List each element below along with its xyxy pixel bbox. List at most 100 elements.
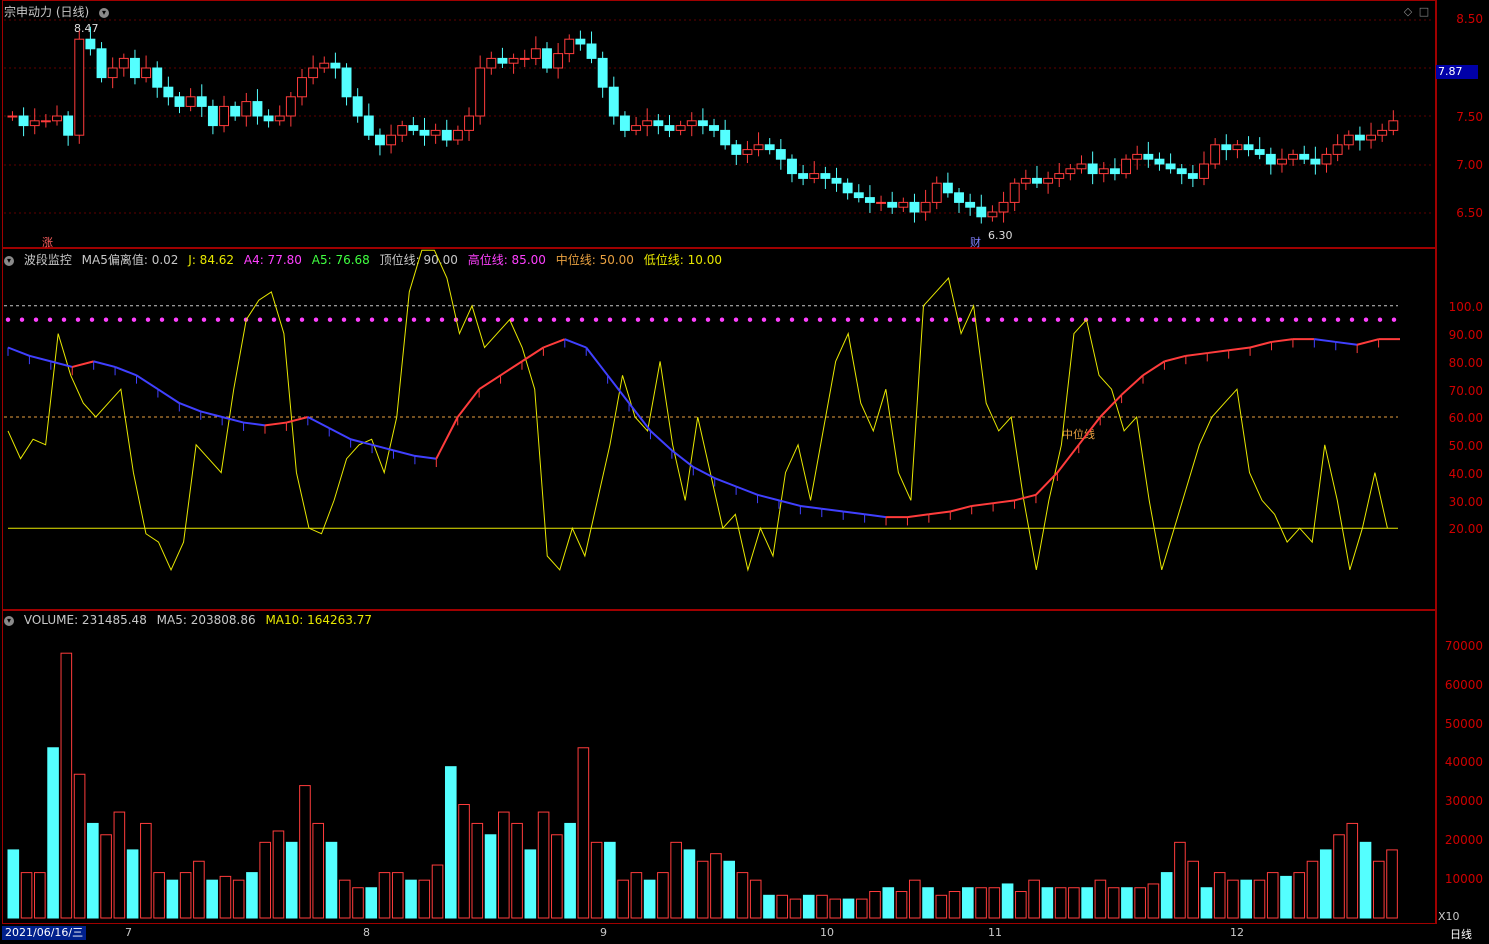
volume-bar xyxy=(60,652,73,919)
high-line-dot xyxy=(1251,317,1257,322)
volume-bar xyxy=(962,887,974,919)
candle-body xyxy=(1121,158,1132,175)
high-line-dot xyxy=(355,317,361,322)
high-line-dot xyxy=(33,317,39,322)
candle-body xyxy=(196,96,207,107)
volume-bar xyxy=(272,830,285,919)
candle-body xyxy=(1199,163,1209,179)
high-line-dot xyxy=(635,317,641,322)
a4-line xyxy=(1099,394,1123,418)
volume-bar xyxy=(378,872,391,919)
volume-bar xyxy=(431,864,444,919)
high-line-dot xyxy=(5,317,11,322)
candle-body xyxy=(319,62,330,69)
high-line-dot xyxy=(565,317,571,322)
high-line-dot xyxy=(579,317,585,322)
high-line-dot xyxy=(817,317,823,322)
high-line-dot xyxy=(691,317,697,322)
high-line-dot xyxy=(1209,317,1215,322)
candle-body xyxy=(909,201,920,213)
candle-body xyxy=(831,177,842,184)
volume-bar xyxy=(524,849,537,919)
high-line-dot xyxy=(89,317,95,322)
a4-line xyxy=(200,410,223,418)
volume-bar xyxy=(34,872,46,919)
candle-body xyxy=(1065,168,1076,175)
high-line-dot xyxy=(1363,317,1369,322)
volume-bar xyxy=(100,834,112,919)
a4-line xyxy=(1185,352,1208,357)
volume-bar xyxy=(816,894,828,919)
a4-line xyxy=(328,427,352,441)
candle-body xyxy=(920,201,931,213)
candle-body xyxy=(1210,144,1221,165)
chart-canvas[interactable] xyxy=(0,0,1489,944)
candle-body xyxy=(887,201,898,208)
high-line-dot xyxy=(411,317,417,322)
candle-body xyxy=(775,149,786,160)
volume-bar xyxy=(1293,872,1306,919)
candle-body xyxy=(709,125,719,131)
volume-bar xyxy=(471,822,484,919)
candle-body xyxy=(1009,182,1020,203)
volume-bar xyxy=(537,811,550,919)
candle-body xyxy=(731,144,742,155)
candle-body xyxy=(386,134,397,146)
candle-body xyxy=(1310,158,1321,165)
high-line-dot xyxy=(929,317,935,322)
volume-bar xyxy=(1280,875,1292,919)
volume-bar xyxy=(232,879,245,919)
candle-body xyxy=(1366,134,1377,141)
volume-bar xyxy=(418,879,431,919)
volume-bar xyxy=(352,887,364,919)
high-line-dot xyxy=(677,317,683,322)
volume-bar xyxy=(1386,849,1398,919)
volume-bar xyxy=(312,822,325,919)
volume-bar xyxy=(153,872,165,919)
high-line-dot xyxy=(607,317,613,322)
high-line-dot xyxy=(845,317,851,322)
high-line-dot xyxy=(943,317,949,322)
candle-body xyxy=(297,77,307,98)
candle-body xyxy=(308,67,319,79)
high-line-dot xyxy=(327,317,333,322)
high-line-dot xyxy=(173,317,179,322)
a4-line xyxy=(950,504,972,513)
volume-bar xyxy=(179,872,192,919)
candle-body xyxy=(341,67,352,98)
high-line-dot xyxy=(887,317,893,322)
high-line-dot xyxy=(915,317,921,322)
volume-bar xyxy=(802,894,815,919)
a4-line xyxy=(864,513,887,519)
candle-body xyxy=(1154,158,1165,165)
high-line-dot xyxy=(831,317,837,322)
volume-bar xyxy=(1372,860,1385,919)
high-line-dot xyxy=(1125,317,1131,322)
candle-body xyxy=(1098,168,1109,175)
high-line-dot xyxy=(789,317,795,322)
volume-bar xyxy=(1346,822,1359,919)
candle-body xyxy=(107,67,118,79)
candle-body xyxy=(230,105,241,117)
high-line-dot xyxy=(425,317,431,322)
candle-body xyxy=(1143,153,1154,160)
candle-body xyxy=(96,48,107,79)
a4-line xyxy=(971,502,994,507)
high-line-dot xyxy=(593,317,599,322)
high-line-dot xyxy=(61,317,67,322)
candle-body xyxy=(653,120,664,127)
a4-line xyxy=(735,485,758,496)
high-line-dot xyxy=(1321,317,1327,322)
high-line-dot xyxy=(1349,317,1355,322)
candle-body xyxy=(575,38,586,45)
candle-body xyxy=(686,120,697,127)
a4-line xyxy=(714,477,737,488)
high-line-dot xyxy=(201,317,207,322)
high-line-dot xyxy=(1027,317,1033,322)
a4-line xyxy=(435,416,459,460)
j-line xyxy=(7,249,1388,572)
candle-body xyxy=(842,182,853,194)
volume-bar xyxy=(1094,879,1107,919)
a4-line xyxy=(114,366,137,377)
candle-body xyxy=(631,125,642,131)
